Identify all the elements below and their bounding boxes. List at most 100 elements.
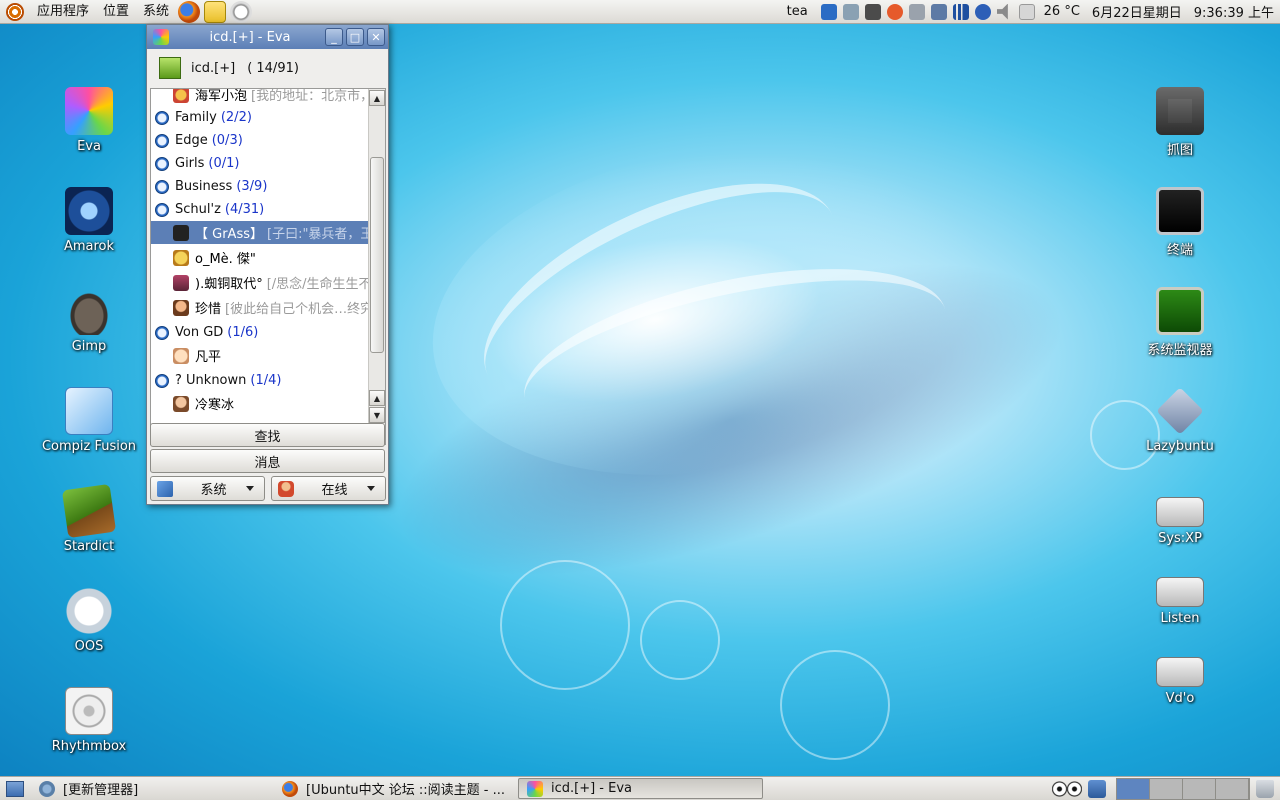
desktop-icon-gimp[interactable]: Gimp [34,287,144,354]
group-von-gd[interactable]: Von GD (1/6) [151,321,369,344]
menu-system[interactable]: 系统 [136,0,176,24]
buddy-list[interactable]: 海军小泡 [我的地址：北京市， Family (2/2) Edge (0/3) … [150,88,386,445]
drive-icon [1156,497,1204,527]
drive-icon [1156,577,1204,607]
workspace-2[interactable] [1150,778,1183,799]
menu-places[interactable]: 位置 [96,0,136,24]
desktop-icon-listen[interactable]: Listen [1125,567,1235,626]
clock[interactable]: 9:36:39 上午 [1188,2,1280,21]
list-item[interactable]: 珍惜 [彼此给自己个机会…终究 [151,296,369,319]
task-eva[interactable]: icd.[+] - Eva [518,778,763,799]
signal-strength-icon[interactable] [952,3,969,20]
status-select[interactable]: 在线 [271,476,386,501]
menu-applications[interactable]: 应用程序 [30,0,96,24]
workspace-1[interactable] [1117,778,1150,799]
workspace-3[interactable] [1183,778,1216,799]
window-titlebar[interactable]: icd.[+] - Eva _ □ ✕ [147,25,388,49]
avatar[interactable] [159,57,181,79]
list-item[interactable]: 冷寒冰 [151,392,369,415]
clock-app-icon[interactable] [230,0,253,23]
buddy-avatar-icon [173,347,189,364]
collapse-arrow-icon[interactable] [155,325,169,340]
bluetooth-icon[interactable] [974,3,991,20]
firefox-icon[interactable] [178,0,201,23]
desktop-icon-lazybuntu[interactable]: Lazybuntu [1125,387,1235,454]
desktop-icon-label: Sys:XP [1158,531,1202,546]
desktop-icon-system-monitor[interactable]: 系统监视器 [1125,287,1235,358]
scroll-up-icon[interactable]: ▲ [369,390,385,406]
collapse-arrow-icon[interactable] [155,202,169,217]
message-button[interactable]: 消息 [150,449,385,473]
printer-queue-icon[interactable] [908,3,925,20]
stardict-icon [61,483,117,539]
task-update-manager[interactable]: [更新管理器] [30,778,270,799]
minimize-button[interactable]: _ [325,28,343,46]
desktop-icon-stardict[interactable]: Stardict [34,483,144,554]
ubuntu-logo-icon[interactable] [6,2,24,21]
find-button[interactable]: 查找 [150,423,385,447]
tray-app-icon[interactable] [820,3,837,20]
desktop-icon-sysxp[interactable]: Sys:XP [1125,487,1235,546]
group-count: (1/6) [227,325,259,340]
list-item[interactable]: ).蜘铜取代° [/思念/生命生生不 [151,271,369,294]
desktop-icon-terminal[interactable]: 终端 [1125,187,1235,258]
group-edge[interactable]: Edge (0/3) [151,129,369,152]
compiz-icon [65,387,113,435]
desktop-icon-rhythmbox[interactable]: Rhythmbox [34,687,144,754]
scroll-up-icon[interactable]: ▲ [369,90,385,106]
group-family[interactable]: Family (2/2) [151,106,369,129]
online-status-icon [278,480,294,497]
eva-status-icon[interactable] [886,3,903,20]
volume-icon[interactable] [996,3,1008,20]
expand-arrow-icon[interactable] [155,156,169,171]
task-label: [更新管理器] [63,783,139,798]
rhythmbox-icon [65,687,113,735]
list-item[interactable]: 海军小泡 [我的地址：北京市， [151,89,369,106]
list-item[interactable]: 【 GrAss】 [子曰:"暴兵者，王 [151,221,369,244]
expand-arrow-icon[interactable] [155,179,169,194]
group-girls[interactable]: Girls (0/1) [151,152,369,175]
maximize-button[interactable]: □ [346,28,364,46]
desktop-icon-screenshot[interactable]: 抓图 [1125,87,1235,158]
printer-icon[interactable] [842,3,859,20]
user-switcher[interactable]: tea [777,4,818,19]
wallpaper-stroke [509,236,961,474]
desktop-icon-amarok[interactable]: Amarok [34,187,144,254]
temperature[interactable]: 26 °C [1038,4,1086,19]
workspace-switcher[interactable] [1116,777,1250,800]
desktop-icon-label: 终端 [1166,243,1193,258]
buddy-name: ).蜘铜取代° [195,277,263,292]
online-count: ( 14/91) [247,60,299,76]
eva-icon[interactable] [153,29,169,45]
notes-applet-icon[interactable] [1088,779,1106,798]
list-item[interactable]: 凡平 [151,344,369,367]
desktop-icon-eva[interactable]: Eva [34,87,144,154]
group-unknown[interactable]: ? Unknown (1/4) [151,369,369,392]
download-icon[interactable] [864,3,881,20]
workspace-4[interactable] [1216,778,1249,799]
desktop-icon-compiz[interactable]: Compiz Fusion [34,387,144,454]
group-business[interactable]: Business (3/9) [151,175,369,198]
close-button[interactable]: ✕ [367,28,385,46]
collapse-arrow-icon[interactable] [155,373,169,388]
desktop-icon-vdo[interactable]: Vd'o [1125,647,1235,706]
date[interactable]: 6月22日星期日 [1086,2,1188,21]
group-count: (0/1) [208,156,240,171]
network-manager-icon[interactable] [930,3,947,20]
eva-profile-header[interactable]: icd.[+] ( 14/91) [147,49,388,87]
buddy-list-scrollbar[interactable]: ▲ ▲ ▼ [368,89,385,444]
notes-icon[interactable] [204,0,227,23]
scroll-down-icon[interactable]: ▼ [369,407,385,423]
weather-icon[interactable] [1018,3,1035,20]
expand-arrow-icon[interactable] [155,110,169,125]
scroll-thumb[interactable] [370,157,384,353]
wallpaper-shadow [360,197,1100,643]
trash-icon[interactable] [1256,779,1274,798]
expand-arrow-icon[interactable] [155,133,169,148]
show-desktop-icon[interactable] [6,780,24,797]
list-item[interactable]: o_Mè. 傑" [151,246,369,269]
desktop-icon-oos[interactable]: OOS [34,587,144,654]
system-menu-button[interactable]: 系统 [150,476,265,501]
task-firefox[interactable]: [Ubuntu中文 论坛 ::阅读主题 - ... [273,778,515,799]
group-schulz[interactable]: Schul'z (4/31) [151,198,369,221]
